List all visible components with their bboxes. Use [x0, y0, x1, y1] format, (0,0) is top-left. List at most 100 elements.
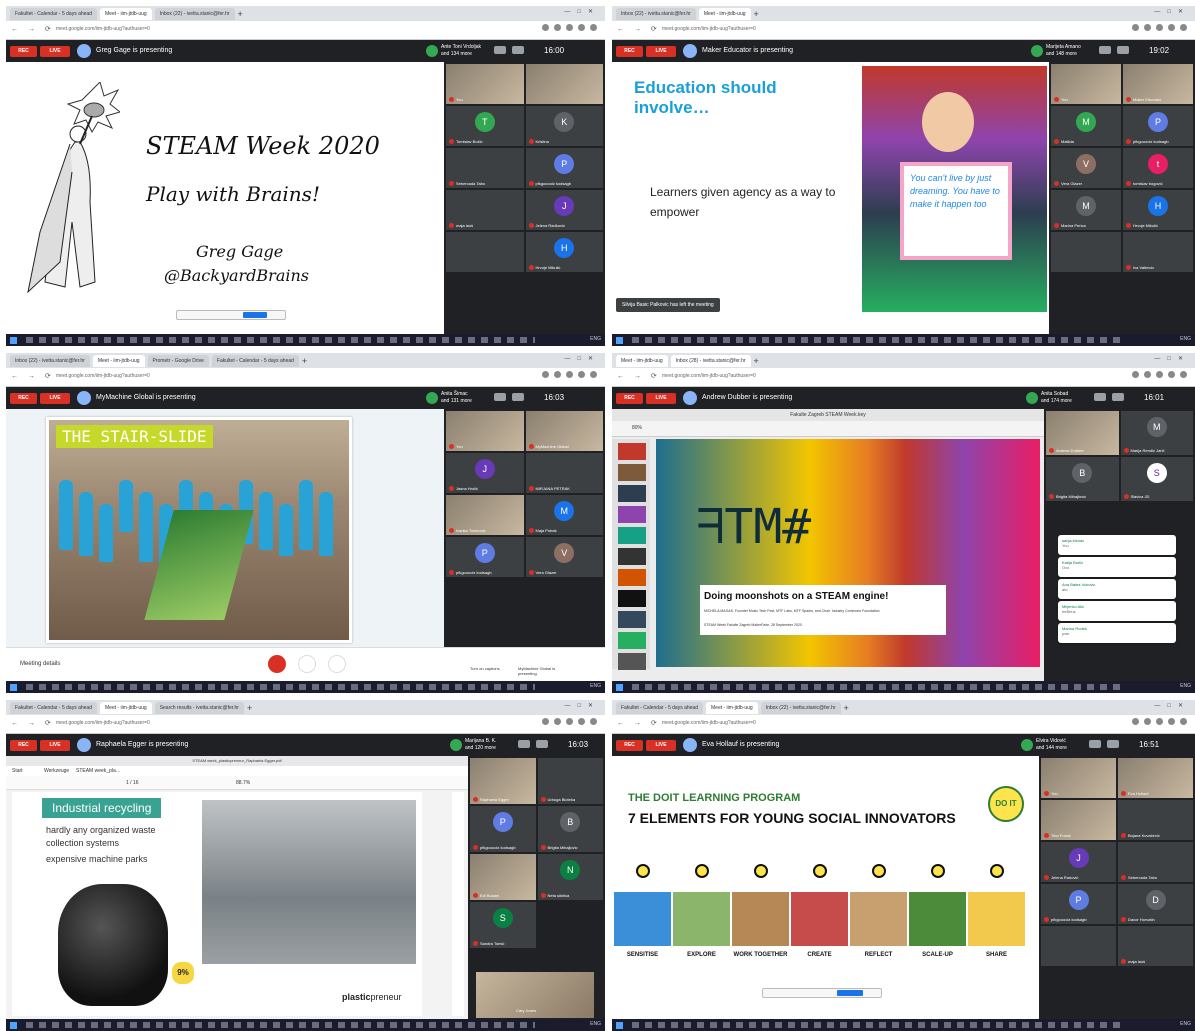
participant-tile[interactable]: You [1051, 64, 1121, 104]
new-tab-icon[interactable]: + [754, 355, 759, 369]
extension-icon[interactable] [542, 24, 549, 31]
camera-button[interactable] [328, 655, 346, 673]
address-bar[interactable]: meet.google.com/iim-jtdb-uug?authuser=0 [662, 373, 756, 379]
browser-tab[interactable]: Fakultet - Calendar - 5 days ahead [10, 8, 97, 20]
extension-icon[interactable] [590, 371, 597, 378]
chat-notification[interactable]: Katija Burlić Ovo [1058, 557, 1176, 577]
participant-tile[interactable]: J Jelena Radković [525, 190, 603, 230]
participant-tile[interactable] [525, 64, 603, 104]
browser-tab[interactable]: Search results - ivetta.stanic@fer.hr [154, 702, 244, 714]
windows-start-icon[interactable] [616, 684, 623, 691]
extension-icon[interactable] [578, 371, 585, 378]
window-controls-icon[interactable]: —□✕ [564, 8, 600, 15]
captions-button[interactable]: Turn on captions [470, 666, 500, 671]
participant-tile[interactable]: Udruga Bioteka [537, 758, 603, 804]
participant-tile[interactable]: T Tomislav Božić [446, 106, 524, 146]
chat-notification[interactable]: Ana Balea Vukovic ato [1058, 579, 1176, 599]
extension-icon[interactable] [1132, 718, 1139, 725]
participant-tile[interactable]: Sebercada Tabo [446, 148, 524, 188]
windows-start-icon[interactable] [10, 1022, 17, 1029]
extension-icon[interactable] [1156, 718, 1163, 725]
window-controls-icon[interactable]: —□✕ [564, 702, 600, 709]
browser-tab[interactable]: Inbox (22) - ivetta.stanic@fer.hr [10, 355, 90, 367]
extension-icon[interactable] [590, 24, 597, 31]
participant-tile[interactable]: B Brigita Mihajlovic [537, 806, 603, 852]
extension-icon[interactable] [1132, 24, 1139, 31]
participant-tile[interactable]: Iva Valencic [1123, 232, 1193, 272]
extension-icon[interactable] [1156, 371, 1163, 378]
slide-thumbnail[interactable] [618, 527, 646, 544]
windows-start-icon[interactable] [616, 1022, 623, 1029]
browser-tab[interactable]: Meet - iim-jtdb-uug [698, 8, 751, 20]
extension-icon[interactable] [1168, 371, 1175, 378]
participant-tile[interactable]: S Sandra Tomić [470, 902, 536, 948]
participant-tile[interactable] [1051, 232, 1121, 272]
participant-tile[interactable]: Ppfkgoooolz kodsagb [525, 148, 603, 188]
slide-thumbnail[interactable] [618, 485, 646, 502]
presenting-button[interactable]: MyMachine Global is presenting [518, 666, 558, 676]
browser-tab[interactable]: Fakultet - Calendar - 5 days ahead [616, 702, 703, 714]
windows-start-icon[interactable] [10, 684, 17, 691]
nav-arrows-icon[interactable]: ← → ⟳ [617, 25, 661, 33]
slide-thumbnail[interactable] [618, 611, 646, 628]
extension-icon[interactable] [1180, 24, 1187, 31]
participant-tile[interactable]: B Brigita Mihajlovic [1046, 457, 1119, 501]
chat-notification[interactable]: sanja klenac You [1058, 535, 1176, 555]
participant-tile[interactable]: You [1041, 758, 1116, 798]
people-icon[interactable] [1089, 740, 1101, 748]
participant-tile[interactable]: H Hrvoje Mikulić [1123, 190, 1193, 230]
chat-icon[interactable] [512, 46, 524, 54]
nav-arrows-icon[interactable]: ← → ⟳ [617, 719, 661, 727]
slide-thumbnail[interactable] [618, 569, 646, 586]
slide-thumbnail[interactable] [618, 590, 646, 607]
participant-tile[interactable]: t tomislav bogović [1123, 148, 1193, 188]
stop-sharing-button[interactable] [243, 312, 267, 318]
participant-tile[interactable]: MyMachine Global [525, 411, 603, 451]
chat-notification[interactable]: Miljenko Alić eeBrius [1058, 601, 1176, 621]
extension-icon[interactable] [1144, 371, 1151, 378]
window-controls-icon[interactable]: —□✕ [1154, 702, 1190, 709]
extension-icon[interactable] [566, 371, 573, 378]
participant-tile[interactable]: Sebercada Tabo [1118, 842, 1193, 882]
participant-tile[interactable]: You [446, 64, 524, 104]
browser-tab[interactable]: Meet - iim-jtdb-uug [92, 355, 145, 367]
meeting-details-button[interactable]: Meeting details [20, 661, 60, 667]
participant-tile[interactable]: M Marina Perica [1051, 190, 1121, 230]
participant-tile[interactable]: Ivanka Tomković [446, 495, 524, 535]
nav-arrows-icon[interactable]: ← → ⟳ [617, 372, 661, 380]
chat-icon[interactable] [536, 740, 548, 748]
browser-tab[interactable]: Inbox (28) - ivetta.stanic@fer.hr [670, 355, 751, 367]
participant-tile[interactable]: MIRJANA PETRAK [525, 453, 603, 493]
participant-tile[interactable]: J Jasna Hrolić [446, 453, 524, 493]
slide-thumbnail[interactable] [618, 548, 646, 565]
leave-call-button[interactable] [298, 655, 316, 673]
people-icon[interactable] [1094, 393, 1106, 401]
participant-tile[interactable]: M Marija Rendić Jarič [1120, 411, 1193, 455]
nav-arrows-icon[interactable]: ← → ⟳ [11, 25, 55, 33]
extension-icon[interactable] [578, 718, 585, 725]
chat-notification[interactable]: Marina Rodek pwe [1058, 623, 1176, 643]
participant-tile[interactable]: M Matilda [1051, 106, 1121, 146]
participant-tile[interactable]: J Jelena Radović [1041, 842, 1116, 882]
participant-tile[interactable]: V Vera Glazer [525, 537, 603, 577]
new-tab-icon[interactable]: + [238, 8, 243, 22]
participant-tile[interactable]: N Neta sikirica [537, 854, 603, 900]
extension-icon[interactable] [554, 718, 561, 725]
slide-thumbnail[interactable] [618, 506, 646, 523]
extension-icon[interactable] [1168, 718, 1175, 725]
participant-tile[interactable]: You [446, 411, 524, 451]
extension-icon[interactable] [1180, 718, 1187, 725]
pdf-tab[interactable]: Start [12, 768, 23, 774]
participant-tile[interactable]: maja lauš [446, 190, 524, 230]
people-icon[interactable] [494, 46, 506, 54]
browser-tab[interactable]: Inbox (22) - ivetta.stanic@fer.hr [760, 702, 841, 714]
browser-tab[interactable]: Meet - iim-jtdb-uug [616, 355, 668, 367]
participant-tile[interactable]: maja lauš [1118, 926, 1193, 966]
browser-tab[interactable]: Fakultet - Calendar - 5 days ahead [211, 355, 299, 367]
zoom-menu[interactable]: 80% [632, 425, 642, 431]
participant-tile[interactable]: M Maja Pubak [525, 495, 603, 535]
nav-arrows-icon[interactable]: ← → ⟳ [11, 719, 55, 727]
slide-thumbnail[interactable] [618, 464, 646, 481]
extension-icon[interactable] [542, 718, 549, 725]
slide-thumbnail[interactable] [618, 443, 646, 460]
